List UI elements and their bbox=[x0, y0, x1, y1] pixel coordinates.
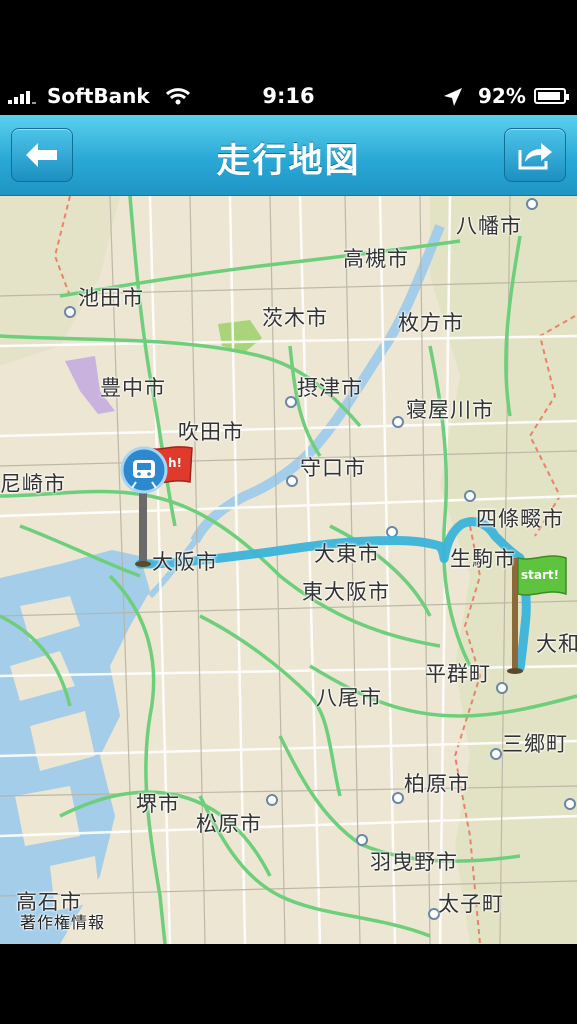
place-label: 枚方市 bbox=[398, 311, 464, 335]
share-button[interactable] bbox=[504, 128, 566, 182]
place-label: 平群町 bbox=[425, 662, 491, 686]
navigation-bar: 走行地図 bbox=[0, 115, 577, 196]
place-label: 吹田市 bbox=[178, 420, 244, 444]
place-label: 守口市 bbox=[300, 456, 366, 480]
battery-icon bbox=[534, 88, 569, 104]
finish-flag-label: h! bbox=[168, 456, 183, 470]
place-label: 四條畷市 bbox=[476, 507, 564, 531]
place-label: 太子町 bbox=[438, 892, 504, 916]
bottom-bar bbox=[0, 944, 577, 1024]
page-title: 走行地図 bbox=[216, 141, 361, 181]
share-icon bbox=[518, 143, 552, 170]
place-label: 三郷町 bbox=[502, 732, 568, 756]
place-label: 豊中市 bbox=[100, 376, 166, 400]
battery-percentage: 92% bbox=[478, 84, 526, 108]
place-label: 八尾市 bbox=[316, 686, 382, 710]
place-label: 茨木市 bbox=[262, 306, 328, 330]
start-flag-label: start! bbox=[521, 568, 560, 582]
status-bar: SoftBank 9:16 92% bbox=[0, 80, 577, 115]
place-label: 八幡市 bbox=[456, 214, 522, 238]
place-label: 高槻市 bbox=[343, 247, 409, 271]
place-label: 池田市 bbox=[78, 286, 144, 310]
place-label: 柏原市 bbox=[404, 772, 470, 796]
place-label: 寝屋川市 bbox=[406, 398, 494, 422]
attribution-link[interactable]: 著作権情報 bbox=[20, 909, 105, 933]
place-label: 堺市 bbox=[136, 792, 180, 816]
location-arrow-icon bbox=[444, 88, 462, 106]
map-view[interactable]: 八幡市 高槻市 池田市 茨木市 枚方市 豊中市 摂津市 吹田市 寝屋川市 尼崎市… bbox=[0, 196, 577, 944]
place-label: 摂津市 bbox=[297, 376, 363, 400]
place-label: 大阪市 bbox=[152, 550, 218, 574]
place-label: 生駒市 bbox=[450, 547, 516, 571]
place-label: 大東市 bbox=[314, 542, 380, 566]
place-label: 尼崎市 bbox=[0, 472, 66, 496]
place-label: 松原市 bbox=[196, 812, 262, 836]
place-label: 大和 bbox=[536, 632, 577, 656]
place-label: 羽曳野市 bbox=[370, 850, 458, 874]
place-label: 東大阪市 bbox=[302, 580, 390, 604]
